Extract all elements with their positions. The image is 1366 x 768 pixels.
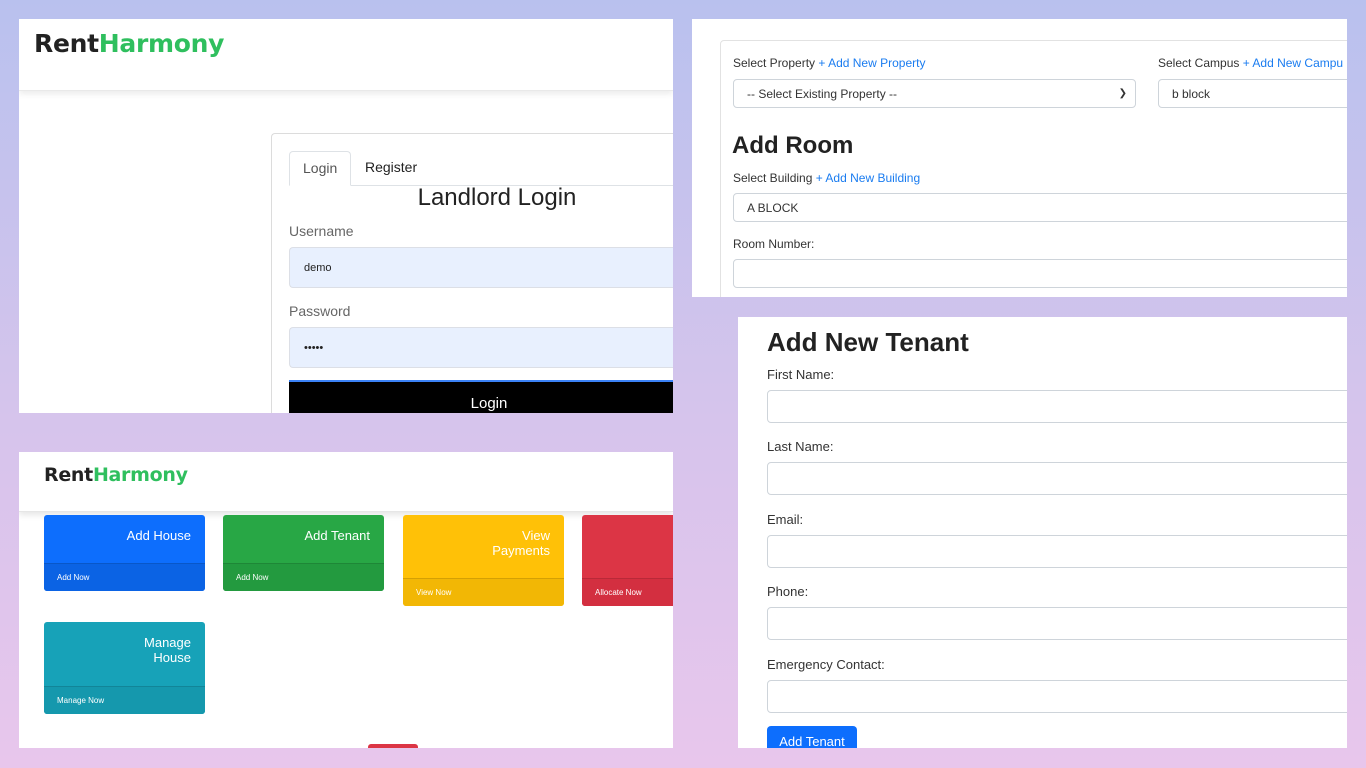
- navbar: RentHarmony: [19, 19, 673, 91]
- select-building-label: Select Building + Add New Building: [733, 171, 921, 185]
- login-panel: RentHarmony Login Register Landlord Logi…: [19, 19, 673, 413]
- last-name-label: Last Name:: [767, 439, 834, 454]
- add-house-link[interactable]: Add Now: [44, 563, 205, 591]
- page-title: Add Room: [732, 132, 854, 159]
- room-number-input[interactable]: [733, 259, 1347, 288]
- add-tenant-link[interactable]: Add Now: [223, 563, 384, 591]
- password-label: Password: [289, 303, 351, 319]
- page-title: Add New Tenant: [767, 327, 969, 357]
- tile-title: Manage House: [144, 635, 191, 665]
- navbar: RentHarmony: [19, 452, 673, 512]
- login-button[interactable]: Login: [289, 380, 673, 413]
- dashboard-panel: RentHarmony Add House Add Now Add Tenant…: [19, 452, 673, 748]
- phone-input[interactable]: [767, 607, 1347, 640]
- brand-logo[interactable]: RentHarmony: [44, 464, 188, 486]
- add-house-tile[interactable]: Add House Add Now: [44, 515, 205, 591]
- building-select[interactable]: A BLOCK: [733, 193, 1347, 222]
- add-tenant-panel: Add New Tenant First Name: Last Name: Em…: [738, 317, 1347, 748]
- page-title: Landlord Login: [417, 184, 577, 211]
- add-building-link[interactable]: + Add New Building: [816, 171, 920, 185]
- username-input[interactable]: demo: [289, 247, 673, 288]
- tab-register[interactable]: Register: [352, 151, 430, 186]
- tile-title: Add House: [126, 528, 191, 543]
- add-campus-link[interactable]: + Add New Campu: [1243, 56, 1343, 70]
- select-campus-label: Select Campus + Add New Campu: [1158, 56, 1344, 70]
- room-number-label: Room Number:: [733, 237, 815, 251]
- username-label: Username: [289, 223, 354, 239]
- last-name-input[interactable]: [767, 462, 1347, 495]
- add-tenant-tile[interactable]: Add Tenant Add Now: [223, 515, 384, 591]
- select-property-label: Select Property + Add New Property: [733, 56, 926, 70]
- tile-title: View Payments: [492, 528, 550, 558]
- partial-button[interactable]: [368, 744, 418, 748]
- view-payments-tile[interactable]: View Payments View Now: [403, 515, 564, 606]
- auth-tabs: Login Register: [289, 151, 673, 186]
- add-room-panel: Select Property + Add New Property -- Se…: [692, 19, 1347, 297]
- first-name-input[interactable]: [767, 390, 1347, 423]
- login-card: Login Register Landlord Login Username d…: [271, 133, 673, 413]
- email-input[interactable]: [767, 535, 1347, 568]
- property-select[interactable]: -- Select Existing Property -- ❯: [733, 79, 1136, 108]
- password-input[interactable]: •••••: [289, 327, 673, 368]
- emergency-contact-input[interactable]: [767, 680, 1347, 713]
- add-property-link[interactable]: + Add New Property: [818, 56, 925, 70]
- email-label: Email:: [767, 512, 804, 527]
- allocate-tile[interactable]: Allocate Now: [582, 515, 673, 606]
- brand-logo[interactable]: RentHarmony: [34, 29, 224, 58]
- allocate-link[interactable]: Allocate Now: [582, 578, 673, 606]
- tab-login[interactable]: Login: [289, 151, 352, 186]
- first-name-label: First Name:: [767, 367, 835, 382]
- phone-label: Phone:: [767, 584, 809, 599]
- manage-house-tile[interactable]: Manage House Manage Now: [44, 622, 205, 714]
- add-tenant-button[interactable]: Add Tenant: [767, 726, 857, 748]
- view-payments-link[interactable]: View Now: [403, 578, 564, 606]
- chevron-down-icon: ❯: [1118, 88, 1127, 99]
- manage-house-link[interactable]: Manage Now: [44, 686, 205, 714]
- campus-select[interactable]: b block: [1158, 79, 1347, 108]
- tile-title: Add Tenant: [304, 528, 370, 543]
- emergency-contact-label: Emergency Contact:: [767, 657, 885, 672]
